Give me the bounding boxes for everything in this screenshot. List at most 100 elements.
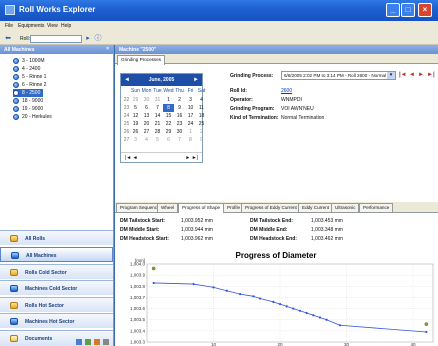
calendar-first-button[interactable]: |◄ ◄ (125, 155, 138, 161)
last-process-button[interactable]: ►| (427, 72, 435, 78)
left-pane-close-icon[interactable]: × (106, 46, 109, 52)
menu-file[interactable]: File (5, 23, 13, 29)
expand-icon[interactable] (76, 339, 82, 345)
nav-all-machines[interactable]: All Machines (0, 247, 113, 262)
calendar-last-button[interactable]: ► ►| (185, 155, 198, 161)
nav-rolls-cold-sector[interactable]: Rolls Cold Sector (0, 264, 113, 279)
calendar-day[interactable]: 30 (141, 96, 152, 104)
more-icon[interactable] (103, 339, 109, 345)
calendar-day[interactable]: 8 (185, 136, 196, 144)
calendar-day[interactable]: 10 (185, 104, 196, 112)
calendar-day[interactable]: 9 (174, 104, 185, 112)
next-process-button[interactable]: ► (418, 72, 424, 78)
calendar-day[interactable]: 28 (152, 128, 163, 136)
nav-documents[interactable]: Documents (0, 330, 113, 346)
nav-all-rolls[interactable]: All Rolls (0, 230, 113, 245)
calendar-day[interactable]: 27 (141, 128, 152, 136)
calendar-day[interactable]: 24 (185, 120, 196, 128)
calendar-day[interactable]: 1 (185, 128, 196, 136)
calendar-day[interactable]: 29 (163, 128, 174, 136)
options-icon[interactable] (94, 339, 100, 345)
calendar-day[interactable]: 2 (174, 96, 185, 104)
refresh-icon[interactable] (85, 339, 91, 345)
close-button[interactable]: × (418, 3, 432, 17)
machine-tree-item[interactable]: 3 - 1000M (13, 57, 45, 65)
calendar-day-name: Sun (131, 88, 140, 94)
first-process-button[interactable]: |◄ (399, 72, 407, 78)
calendar-day[interactable]: 8 (163, 104, 174, 112)
calendar-day[interactable]: 19 (130, 120, 141, 128)
calendar-prev-button[interactable]: ◄ (124, 74, 130, 86)
top-tab-row: Grinding Processes (115, 54, 438, 65)
calendar-day[interactable]: 31 (152, 96, 163, 104)
calendar-day[interactable]: 12 (130, 112, 141, 120)
calendar-day[interactable]: 25 (196, 120, 207, 128)
machine-tree-item-selected[interactable]: 8 - 2500 (13, 89, 44, 97)
calendar-day[interactable]: 4 (141, 136, 152, 144)
minimize-button[interactable]: _ (386, 3, 400, 17)
tab-progress-of-eddy-current[interactable]: Progress of Eddy Current (241, 203, 301, 212)
x-tick-label: 10 (211, 342, 217, 346)
tab-progress-of-shape[interactable]: Progress of Shape (178, 203, 225, 213)
menu-equipments[interactable]: Equipments (18, 23, 44, 29)
diameter-data-point (252, 295, 255, 298)
calendar-day[interactable]: 7 (174, 136, 185, 144)
calendar-day[interactable]: 22 (163, 120, 174, 128)
machine-tree-item[interactable]: 5 - Rinne 1 (13, 73, 46, 81)
calendar-day[interactable]: 7 (152, 104, 163, 112)
calendar-day[interactable]: 15 (163, 112, 174, 120)
calendar-day[interactable]: 11 (196, 104, 207, 112)
nav-rolls-hot-sector[interactable]: Rolls Hot Sector (0, 297, 113, 312)
back-icon[interactable]: ⬅ (4, 35, 12, 43)
calendar-day[interactable]: 6 (141, 104, 152, 112)
calendar-day[interactable]: 2 (196, 128, 207, 136)
calendar-day[interactable]: 1 (163, 96, 174, 104)
tab-ultrasonic[interactable]: Ultrasonic (331, 203, 360, 212)
calendar-next-button[interactable]: ► (193, 74, 199, 86)
tab-grinding-processes[interactable]: Grinding Processes (117, 55, 166, 65)
machines-icon (10, 285, 18, 292)
calendar-day[interactable]: 29 (130, 96, 141, 104)
tab-eddy-current[interactable]: Eddy Current (298, 203, 334, 212)
nav-machines-cold-sector[interactable]: Machines Cold Sector (0, 280, 113, 295)
calendar-day[interactable]: 18 (196, 112, 207, 120)
calendar-day[interactable]: 23 (174, 120, 185, 128)
roll-id-link[interactable]: 2600 (281, 88, 292, 94)
menu-view[interactable]: View (47, 23, 58, 29)
grinding-process-select[interactable]: 6/8/2005 2:02 PM to 3:14 PM - Roll 2600 … (281, 71, 396, 80)
machine-icon (13, 57, 19, 64)
calendar-day[interactable]: 30 (174, 128, 185, 136)
menu-help[interactable]: Help (61, 23, 71, 29)
machine-tree-item[interactable]: 20 - Herkules (13, 113, 52, 121)
go-icon[interactable]: ▸ (84, 35, 92, 43)
calendar-day[interactable]: 21 (152, 120, 163, 128)
calendar-day[interactable]: 5 (130, 104, 141, 112)
chevron-down-icon[interactable]: ▾ (387, 72, 395, 79)
calendar-day[interactable]: 4 (196, 96, 207, 104)
calendar-day[interactable]: 14 (152, 112, 163, 120)
machine-tree-item[interactable]: 6 - Rinne 2 (13, 81, 46, 89)
y-tick-label: 1,003.5 (130, 317, 146, 322)
calendar[interactable]: ◄ June, 2005 ► Sun Mon Tue Wed Thu Fri Sat 22 29… (120, 73, 205, 163)
calendar-day[interactable]: 3 (130, 136, 141, 144)
calendar-day[interactable]: 16 (174, 112, 185, 120)
tab-wheel[interactable]: Wheel (157, 203, 179, 212)
calendar-day[interactable]: 17 (185, 112, 196, 120)
machine-tree-item[interactable]: 18 - 9000 (13, 97, 43, 105)
machine-tree-item[interactable]: 19 - 9000 (13, 105, 43, 113)
calendar-day[interactable]: 3 (185, 96, 196, 104)
prev-process-button[interactable]: ◄ (409, 72, 415, 78)
calendar-day[interactable]: 26 (130, 128, 141, 136)
calendar-day[interactable]: 6 (163, 136, 174, 144)
info-icon[interactable]: ⓘ (94, 35, 102, 43)
calendar-day[interactable]: 9 (196, 136, 207, 144)
calendar-day[interactable]: 20 (141, 120, 152, 128)
calendar-day[interactable]: 5 (152, 136, 163, 144)
roll-input[interactable] (30, 35, 82, 43)
dm-headstock-end-label: DM Headstock End: (250, 236, 297, 242)
calendar-day[interactable]: 13 (141, 112, 152, 120)
nav-machines-hot-sector[interactable]: Machines Hot Sector (0, 313, 113, 328)
maximize-button[interactable]: □ (401, 3, 415, 17)
machine-tree-item[interactable]: 4 - 2400 (13, 65, 40, 73)
tab-performance[interactable]: Performance (359, 203, 394, 212)
